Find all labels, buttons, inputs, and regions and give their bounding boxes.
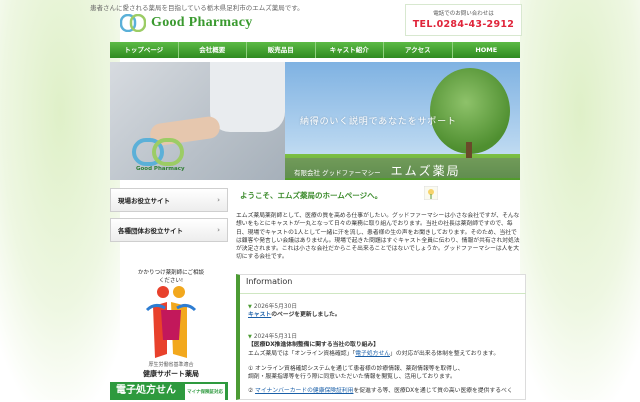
sidebar-link-field-sites[interactable]: 現場お役立サイト › — [110, 188, 228, 212]
hero-company-name: 有限会社 グッドファーマシー エムズ薬局 — [294, 162, 461, 179]
logo-text: Good Pharmacy — [151, 15, 253, 30]
nav-products[interactable]: 販売品目 — [247, 42, 316, 58]
chevron-right-icon: › — [217, 196, 220, 204]
nav-access[interactable]: アクセス — [384, 42, 453, 58]
main-nav: トップページ 会社概要 販売品目 キャスト紹介 アクセス HOME — [110, 42, 520, 58]
hero-photo-shirt — [210, 62, 285, 132]
hero-slogan: 納得のいく説明であなたをサポート — [300, 117, 457, 127]
nav-top[interactable]: トップページ — [110, 42, 179, 58]
company-prefix: 有限会社 グッドファーマシー — [294, 169, 381, 177]
page-container: 患者さんに愛される薬局を目指している栃木県足利市のエムズ薬局です。 Good P… — [90, 0, 526, 402]
news-text: 」の対応が出来る体制を整えております。 — [390, 351, 500, 357]
nav-company[interactable]: 会社概要 — [178, 42, 247, 58]
news-line: エムズ薬局では「オンライン資格確認」「電子処方せん」の対応が出来る体制を整えてお… — [248, 348, 499, 357]
left-leaves — [0, 0, 120, 400]
sidebar-link-organization-sites[interactable]: 各種団体お役立サイト › — [110, 218, 228, 242]
site-tagline: 患者さんに愛される薬局を目指している栃木県足利市のエムズ薬局です。 — [90, 4, 304, 12]
information-divider — [240, 293, 526, 294]
flower-icon — [424, 186, 438, 200]
news-text: を促進する等、医療DXを通じて質の高い医療を提供するべく — [353, 388, 513, 394]
news-title: 【医療DX推進体制整備に関する当社の取り組み】 — [248, 339, 379, 348]
nav-home[interactable]: HOME — [452, 42, 520, 58]
eprescription-label: 電子処方せん — [116, 385, 176, 396]
sidebar-link-label: 各種団体お役立サイト — [118, 227, 183, 235]
eprescription-tag: マイナ保険証対応 — [185, 384, 225, 402]
information-title: Information — [246, 277, 293, 286]
news-text: ② — [248, 388, 256, 394]
health-support-logo-icon — [145, 286, 197, 358]
phone-number[interactable]: TEL.0284-43-2912 — [406, 19, 521, 30]
right-leaves — [520, 0, 640, 400]
contact-box: 電話でのお問い合わせは TEL.0284-43-2912 — [405, 4, 522, 36]
news-line: ② マイナンバーカードの健康保険証利用を促進する等、医療DXを通じて質の高い医療… — [248, 385, 513, 394]
health-support-badge[interactable]: かかりつけ薬剤師にご相談ください! 厚生労働省基準適合 健康サポート薬局 — [138, 268, 204, 378]
eprescription-link[interactable]: 電子処方せん — [355, 351, 390, 357]
chevron-right-icon: › — [217, 226, 220, 234]
sidebar-link-label: 現場お役立サイト — [118, 197, 170, 205]
nav-cast[interactable]: キャスト紹介 — [315, 42, 384, 58]
news-line: 調剤・服薬指導等を行う際に同意いただいた情報を閲覧し、活用しております。 — [248, 374, 456, 380]
badge-subtext: 厚生労働省基準適合 — [148, 362, 194, 368]
news-text: エムズ薬局では「オンライン資格確認」「 — [248, 351, 356, 357]
news-text: のページを更新しました。 — [271, 312, 341, 318]
cast-page-link[interactable]: キャスト — [248, 312, 271, 318]
eprescription-banner[interactable]: 電子処方せん マイナ保険証対応 — [110, 382, 228, 402]
information-panel: Information ▼ 2026年5月30日 キャストのページを更新しました。… — [236, 274, 526, 400]
hero-tree-trunk — [466, 142, 472, 158]
hero-brand-text: Good Pharmacy — [136, 166, 185, 172]
my-number-card-link[interactable]: マイナンバーカードの健康保険証利用 — [255, 388, 353, 394]
contact-label: 電話でのお問い合わせは — [433, 11, 494, 17]
gp-logo-icon — [120, 14, 146, 32]
company-name: エムズ薬局 — [390, 164, 461, 178]
hero-banner: Good Pharmacy 納得のいく説明であなたをサポート 有限会社 グッドフ… — [110, 62, 520, 180]
news-item-body: キャストのページを更新しました。 — [248, 309, 341, 318]
site-logo[interactable]: Good Pharmacy — [120, 14, 253, 32]
badge-title: 健康サポート薬局 — [143, 370, 199, 378]
sidebar: 現場お役立サイト › 各種団体お役立サイト › — [110, 188, 228, 248]
intro-text: エムズ薬局薬剤師として、医療の質を高める仕事がしたい。グッドファーマシーは小さな… — [236, 213, 520, 261]
welcome-heading: ようこそ、エムズ薬局のホームページへ。 — [240, 191, 383, 200]
